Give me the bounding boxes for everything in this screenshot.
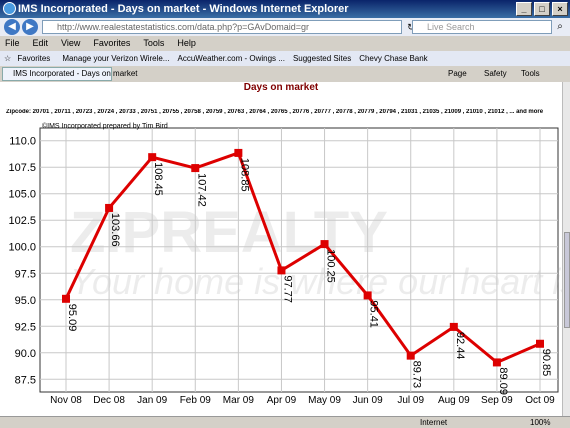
data-label: 95.41 [368,300,380,328]
data-point [536,339,544,348]
y-tick-label: 100.0 [8,242,36,254]
y-tick-label: 92.5 [15,321,36,333]
data-label: 95.09 [66,304,78,332]
data-point [449,322,458,331]
search-icon[interactable]: ⌕ [553,20,567,34]
y-tick-label: 102.5 [8,215,36,227]
data-point [277,266,286,275]
menu-help[interactable]: Help [177,36,196,51]
vertical-scrollbar[interactable] [562,82,570,416]
tab-active[interactable]: IMS Incorporated - Days on market [2,67,138,81]
back-button[interactable]: ◀ [4,19,20,35]
favorites-button[interactable]: ☆ Favorites [0,51,58,66]
favorite-link[interactable]: Chevy Chase Bank [355,51,431,66]
data-label: 107.42 [195,173,207,207]
scroll-thumb[interactable] [564,232,570,328]
x-tick-label: Aug 09 [438,395,470,406]
watermark-tagline: Your home is where our heart is. [70,261,562,302]
y-tick-label: 107.5 [8,162,36,174]
favorite-link[interactable]: Manage your Verizon Wirele... [58,51,173,66]
zone-indicator: Internet [420,418,448,427]
zoom-control[interactable]: 100% [530,417,550,428]
data-point [191,164,200,173]
data-label: 89.09 [497,367,509,395]
y-tick-label: 97.5 [15,268,36,280]
page-content: Days on market Zipcode: 20701 , 20711 , … [0,82,562,416]
x-tick-label: Jan 09 [137,395,167,406]
close-button[interactable]: × [552,2,568,16]
page-menu[interactable]: Page [448,67,467,81]
tab-bar: IMS Incorporated - Days on market Page S… [0,66,570,82]
data-label: 103.66 [109,213,121,247]
address-bar: ◀ ▶ http://www.realestatestatistics.com/… [0,18,570,36]
x-tick-label: Oct 09 [525,395,555,406]
favorites-bar: ☆ Favorites Manage your Verizon Wirele..… [0,51,570,66]
x-tick-label: Apr 09 [267,395,297,406]
minimize-button[interactable]: _ [516,2,532,16]
window-controls: _ □ × [516,2,568,16]
y-tick-label: 110.0 [9,136,36,148]
window-title: IMS Incorporated - Days on market - Wind… [18,3,349,15]
menu-view[interactable]: View [61,36,80,51]
y-tick-label: 95.0 [15,295,36,307]
maximize-button[interactable]: □ [534,2,550,16]
x-tick-label: Dec 08 [93,395,125,406]
favorites-label: Favorites [17,54,51,63]
menu-edit[interactable]: Edit [33,36,49,51]
chart-credit: ©IMS Incorporated prepared by Tim Bird [42,122,168,130]
url-input[interactable]: http://www.realestatestatistics.com/data… [42,20,402,34]
x-tick-label: May 09 [308,395,341,406]
forward-button[interactable]: ▶ [22,19,38,35]
tools-menu[interactable]: Tools [521,67,540,81]
data-point [105,203,114,212]
menu-favorites[interactable]: Favorites [93,36,130,51]
data-label: 97.77 [281,275,293,303]
data-label: 89.73 [411,361,423,389]
status-bar: Internet 100% [0,416,570,428]
data-point [62,294,70,303]
x-tick-label: Feb 09 [180,395,212,406]
x-tick-label: Jul 09 [397,395,424,406]
data-point [363,291,372,300]
favorite-link[interactable]: Suggested Sites [289,51,355,66]
x-tick-label: Sep 09 [481,395,513,406]
days-on-market-chart: ©IMS Incorporated prepared by Tim Bird Z… [8,122,562,406]
data-point [320,240,329,249]
ie-logo-icon [3,2,16,15]
x-tick-label: Jun 09 [353,395,383,406]
data-label: 92.44 [454,332,466,360]
y-tick-label: 87.5 [15,374,36,386]
favorite-link[interactable]: AccuWeather.com - Owings ... [173,51,288,66]
y-axis: 110.0 107.5 105.0 102.5 100.0 97.5 95.0 92.5 90.… [8,136,36,387]
menu-bar: File Edit View Favorites Tools Help [0,36,570,51]
x-tick-label: Nov 08 [50,395,82,406]
data-point [148,153,157,162]
search-input[interactable]: Live Search [412,20,552,34]
data-label: 100.25 [325,249,337,283]
data-point [406,351,415,360]
x-tick-label: Mar 09 [223,395,255,406]
menu-file[interactable]: File [5,36,20,51]
menu-tools[interactable]: Tools [143,36,164,51]
data-label: 108.45 [152,162,164,196]
y-tick-label: 105.0 [8,189,36,201]
data-point [492,358,501,367]
safety-menu[interactable]: Safety [484,67,507,81]
data-label: 108.85 [238,158,250,192]
x-axis: Nov 08 Dec 08 Jan 09 Feb 09 Mar 09 Apr 09 May … [50,395,555,406]
data-label: 90.85 [540,349,552,377]
window-titlebar: IMS Incorporated - Days on market - Wind… [0,0,570,18]
data-point [234,148,243,157]
y-tick-label: 90.0 [15,348,36,360]
